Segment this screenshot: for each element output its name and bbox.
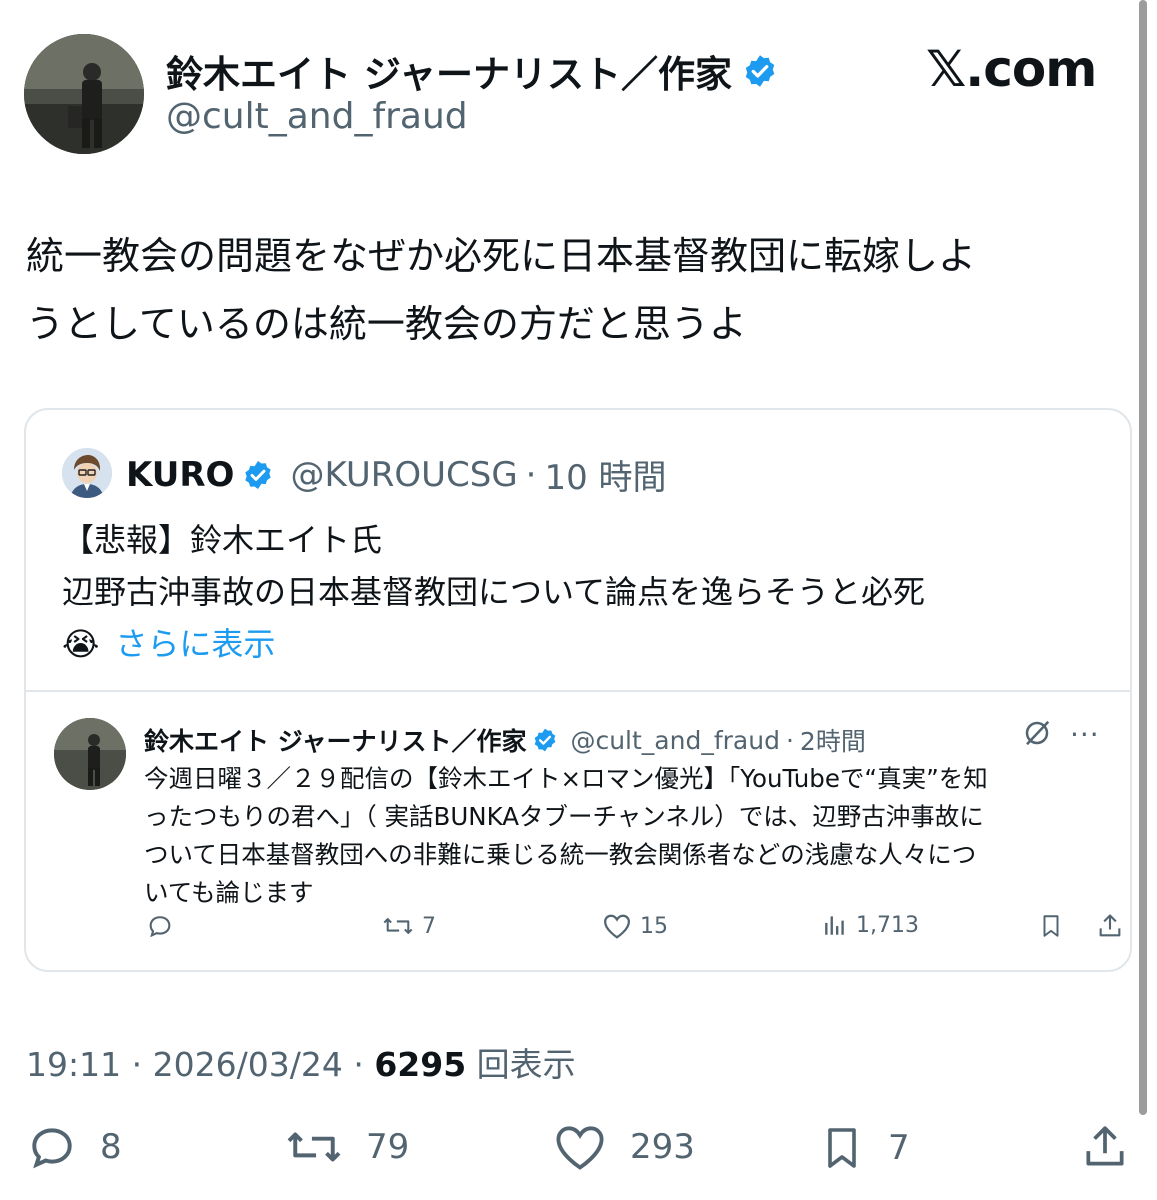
nested-share-button[interactable]: [1096, 912, 1124, 940]
quote-author-avatar[interactable]: [62, 448, 112, 498]
nested-author-name[interactable]: 鈴木エイト ジャーナリスト／作家: [144, 722, 526, 758]
views-chart-icon: [822, 912, 848, 938]
share-icon: [1080, 1122, 1130, 1172]
nested-like-button[interactable]: 15: [602, 912, 668, 940]
tweet-text-line: うとしているのは統一教会の方だと思うよ: [26, 302, 747, 346]
retweet-icon: [284, 1122, 344, 1172]
retweet-icon: [382, 912, 414, 940]
nested-quoted-tweet[interactable]: 鈴木エイト ジャーナリスト／作家 @cult_and_fraud · 2時間 ·…: [26, 690, 1130, 970]
tweet-text: 統一教会の問題をなぜか必死に日本基督教団に転嫁しよ うとしているのは統一教会の方…: [26, 222, 1106, 358]
nested-reply-button[interactable]: [146, 912, 174, 940]
author-avatar[interactable]: [24, 34, 144, 154]
crying-emoji: 😭: [62, 625, 100, 663]
tweet-text-line: 統一教会の問題をなぜか必死に日本基督教団に転嫁しよ: [26, 234, 977, 278]
author-handle[interactable]: @cult_and_fraud: [166, 96, 468, 137]
bookmark-icon: [818, 1122, 866, 1174]
nested-text-line: 今週日曜３／２９配信の【鈴木エイト×ロマン優光】「YouTubeで“真実”を知: [144, 764, 988, 793]
nested-retweet-count: 7: [422, 913, 436, 939]
verified-badge-icon: [532, 727, 558, 753]
nested-views-count: 1,713: [856, 912, 919, 938]
quoted-tweet-card[interactable]: KURO @KUROUCSG · 10 時間 【悲報】鈴木エイト氏 辺野古沖事故…: [24, 408, 1132, 972]
grok-icon[interactable]: [1022, 718, 1052, 756]
scrollbar[interactable]: [1139, 0, 1147, 1115]
more-options-icon[interactable]: ···: [1070, 718, 1100, 751]
like-count: 293: [630, 1127, 695, 1167]
bookmark-count: 7: [888, 1128, 910, 1168]
nested-header: 鈴木エイト ジャーナリスト／作家 @cult_and_fraud · 2時間: [144, 722, 866, 758]
nested-action-bar: 7 15 1,713: [26, 912, 1130, 952]
quote-author-name[interactable]: KURO: [126, 455, 234, 495]
quote-time[interactable]: 10 時間: [544, 450, 666, 499]
share-icon: [1096, 912, 1124, 940]
nested-author-avatar[interactable]: [54, 718, 126, 790]
view-count: 6295: [374, 1045, 467, 1084]
separator-dot: ·: [353, 1045, 364, 1084]
verified-badge-icon: [242, 459, 274, 491]
nested-bookmark-button[interactable]: [1038, 912, 1064, 940]
nested-time[interactable]: 2時間: [800, 722, 866, 758]
quote-author-handle[interactable]: @KUROUCSG: [290, 455, 517, 495]
separator-dot: ·: [785, 725, 794, 755]
author-header[interactable]: 鈴木エイト ジャーナリスト／作家: [166, 44, 778, 98]
retweet-count: 79: [366, 1127, 410, 1167]
bookmark-button[interactable]: 7: [818, 1122, 910, 1174]
reply-icon: [26, 1122, 78, 1172]
reply-icon: [146, 912, 174, 940]
separator-dot: ·: [525, 454, 537, 495]
retweet-button[interactable]: 79: [284, 1122, 409, 1172]
show-more-link[interactable]: さらに表示: [115, 618, 275, 670]
nested-text-line: いても論じます: [144, 878, 314, 907]
heart-icon: [552, 1122, 608, 1172]
separator-dot: ·: [131, 1045, 143, 1084]
like-button[interactable]: 293: [552, 1122, 695, 1172]
reply-count: 8: [100, 1127, 122, 1167]
nested-like-count: 15: [640, 913, 668, 939]
tweet-date: 2026/03/24: [152, 1045, 343, 1084]
quote-text: 【悲報】鈴木エイト氏 辺野古沖事故の日本基督教団について論点を逸らそうと必死 😭…: [62, 514, 1122, 670]
x-logo-brand: 𝕏.com: [926, 40, 1097, 98]
quote-header: KURO @KUROUCSG · 10 時間: [126, 450, 667, 499]
nested-retweet-button[interactable]: 7: [382, 912, 436, 940]
nested-text: 今週日曜３／２９配信の【鈴木エイト×ロマン優光】「YouTubeで“真実”を知 …: [144, 760, 1104, 912]
nested-text-line: ついて日本基督教団への非難に乗じる統一教会関係者などの浅慮な人々につ: [144, 840, 977, 869]
nested-author-handle[interactable]: @cult_and_fraud: [570, 726, 780, 755]
share-button[interactable]: [1080, 1122, 1130, 1172]
tweet-action-bar: 8 79 293 7: [0, 1122, 1157, 1182]
tweet-time: 19:11: [26, 1045, 122, 1084]
quote-text-line: 辺野古沖事故の日本基督教団について論点を逸らそうと必死: [62, 573, 926, 611]
author-display-name[interactable]: 鈴木エイト ジャーナリスト／作家: [166, 44, 732, 98]
quote-text-line: 【悲報】鈴木エイト氏: [62, 521, 383, 559]
tweet-timestamp[interactable]: 19:11 · 2026/03/24 · 6295 回表示: [26, 1038, 576, 1086]
reply-button[interactable]: 8: [26, 1122, 122, 1172]
view-count-label: 回表示: [476, 1045, 576, 1084]
verified-badge-icon: [742, 53, 778, 89]
nested-text-line: ったつもりの君へ」（ 実話BUNKAタブーチャンネル）では、辺野古沖事故に: [144, 802, 984, 831]
bookmark-icon: [1038, 912, 1064, 940]
heart-icon: [602, 912, 632, 940]
nested-views-button[interactable]: 1,713: [822, 912, 919, 938]
